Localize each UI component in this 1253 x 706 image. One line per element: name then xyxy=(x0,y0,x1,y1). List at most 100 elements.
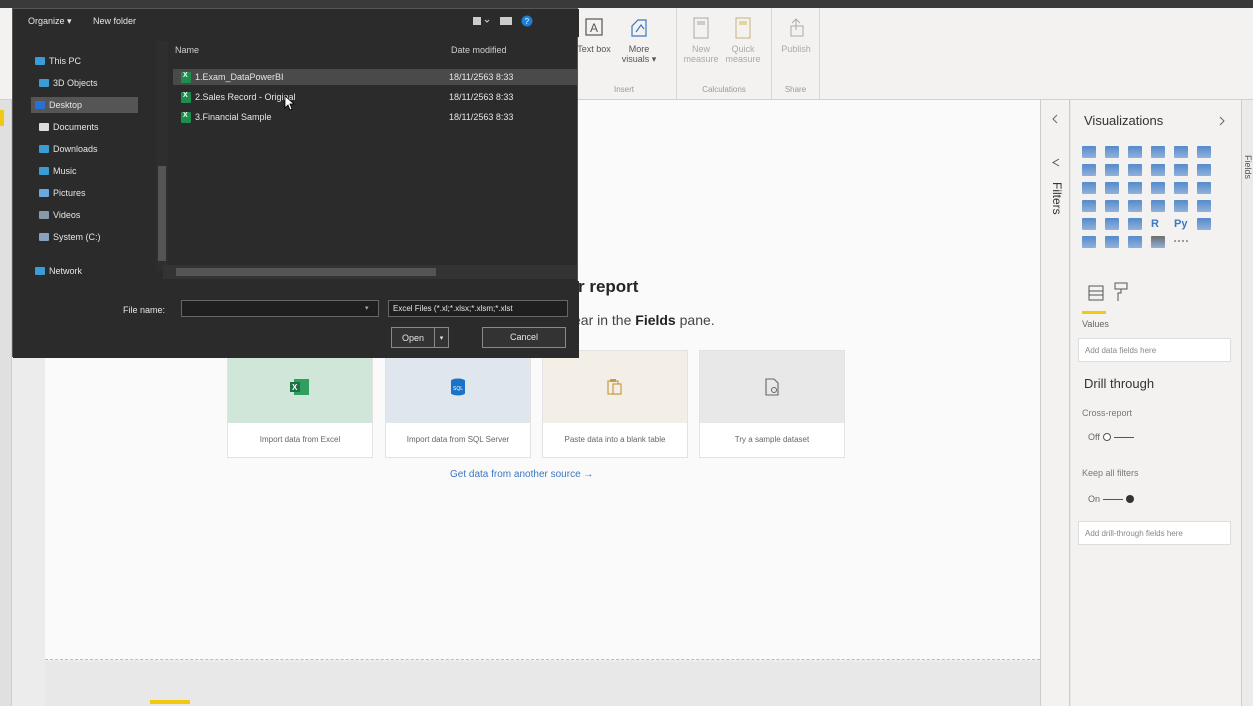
more-visuals-button[interactable]: More visuals ▾ xyxy=(614,16,664,64)
keep-all-filters-toggle[interactable]: On xyxy=(1088,494,1135,504)
more-visual-icon[interactable] xyxy=(1174,236,1194,254)
scatter-visual-icon[interactable] xyxy=(1128,182,1148,200)
visual-glyph xyxy=(1128,146,1142,158)
table-visual-icon[interactable] xyxy=(1105,218,1125,236)
fields-tab-icon[interactable] xyxy=(1088,284,1104,302)
preview-pane-icon[interactable] xyxy=(499,16,513,26)
publish-button[interactable]: Publish xyxy=(776,16,816,54)
nav-item-label: Videos xyxy=(53,210,81,220)
card-label: Import data from Excel xyxy=(259,435,341,444)
paginated-visual-icon[interactable] xyxy=(1151,236,1171,254)
donut-visual-icon[interactable] xyxy=(1174,182,1194,200)
treemap-visual-icon[interactable] xyxy=(1197,182,1217,200)
open-file-dialog: Organize ▾ New folder ? This PC 3D Object… xyxy=(12,8,579,358)
new-measure-button[interactable]: New measure xyxy=(681,16,721,64)
toggle-state: Off xyxy=(1088,432,1100,442)
card-import-sql[interactable]: SQL Import data from SQL Server xyxy=(385,350,531,458)
nav-item[interactable]: System (C:) xyxy=(35,229,105,245)
cancel-button[interactable]: Cancel xyxy=(482,327,566,348)
file-row[interactable]: 1.Exam_DataPowerBI 18/11/2563 8:33 xyxy=(173,69,577,85)
view-switcher[interactable] xyxy=(0,100,12,706)
format-paint-roller-icon[interactable] xyxy=(1114,282,1128,302)
file-date: 18/11/2563 8:33 xyxy=(449,92,514,102)
line-visual-icon[interactable] xyxy=(1082,164,1102,182)
gauge-visual-icon[interactable] xyxy=(1128,200,1148,218)
filled-map-visual-icon[interactable] xyxy=(1105,200,1125,218)
navigation-scrollbar[interactable] xyxy=(156,41,168,271)
stacked-bar-visual-icon[interactable] xyxy=(1082,146,1102,164)
filters-label[interactable]: Filters xyxy=(1050,182,1064,215)
qa-visual-icon[interactable] xyxy=(1105,236,1125,254)
nav-item[interactable]: Documents xyxy=(35,119,103,135)
open-dropdown-icon[interactable]: ▾ xyxy=(434,328,448,347)
nav-item[interactable]: Downloads xyxy=(35,141,102,157)
line-clustered-visual-icon[interactable] xyxy=(1174,164,1194,182)
column-header-name[interactable]: Name xyxy=(175,45,199,55)
nav-item-label: System (C:) xyxy=(53,232,101,242)
pie-visual-icon[interactable] xyxy=(1151,182,1171,200)
horizontal-scrollbar[interactable] xyxy=(163,265,577,279)
kpi-visual-icon[interactable] xyxy=(1197,200,1217,218)
slicer-visual-icon[interactable] xyxy=(1082,218,1102,236)
card-sample-dataset[interactable]: Try a sample dataset xyxy=(699,350,845,458)
fields-pane[interactable] xyxy=(1241,100,1253,706)
nav-item[interactable]: 3D Objects xyxy=(35,75,102,91)
visual-glyph xyxy=(1105,236,1119,248)
new-folder-button[interactable]: New folder xyxy=(93,16,136,26)
organize-button[interactable]: Organize ▾ xyxy=(28,16,72,27)
nav-item[interactable]: Desktop xyxy=(31,97,138,113)
collapse-right-icon[interactable] xyxy=(1218,116,1226,126)
scrollbar-thumb[interactable] xyxy=(158,166,166,261)
file-row[interactable]: 3.Financial Sample 18/11/2563 8:33 xyxy=(173,109,577,125)
stacked-column-visual-icon[interactable] xyxy=(1105,146,1125,164)
clustered-bar-visual-icon[interactable] xyxy=(1128,146,1148,164)
view-menu-icon[interactable] xyxy=(473,16,491,26)
nav-item[interactable]: Music xyxy=(35,163,81,179)
card-visual-icon[interactable] xyxy=(1151,200,1171,218)
get-data-link[interactable]: Get data from another source → xyxy=(450,469,593,480)
card-import-excel[interactable]: X Import data from Excel xyxy=(227,350,373,458)
line-column-visual-icon[interactable] xyxy=(1151,164,1171,182)
nav-item[interactable]: Network xyxy=(31,263,86,279)
excel-icon: X xyxy=(290,379,309,395)
file-row[interactable]: 2.Sales Record - Original 18/11/2563 8:3… xyxy=(173,89,577,105)
clustered-column-visual-icon[interactable] xyxy=(1151,146,1171,164)
collapse-left-icon[interactable] xyxy=(1051,114,1059,124)
r-visual-visual-icon[interactable]: R xyxy=(1151,218,1171,236)
smart-narrative-visual-icon[interactable] xyxy=(1128,236,1148,254)
decomposition-tree-visual-icon[interactable] xyxy=(1082,236,1102,254)
drill-through-well[interactable]: Add drill-through fields here xyxy=(1078,521,1231,545)
matrix-visual-icon[interactable] xyxy=(1128,218,1148,236)
nav-item[interactable]: Pictures xyxy=(35,185,90,201)
funnel-visual-icon[interactable] xyxy=(1105,182,1125,200)
scrollbar-thumb[interactable] xyxy=(176,268,436,276)
help-icon[interactable]: ? xyxy=(521,15,533,27)
quick-measure-button[interactable]: Quick measure xyxy=(723,16,763,64)
file-type-select[interactable]: Excel Files (*.xl;*.xlsx;*.xlsm;*.xlst xyxy=(388,300,568,317)
column-header-date[interactable]: Date modified xyxy=(451,45,507,55)
nav-item[interactable]: Videos xyxy=(35,207,84,223)
svg-text:A: A xyxy=(590,21,598,35)
nav-item[interactable]: This PC xyxy=(31,53,85,69)
area-visual-icon[interactable] xyxy=(1105,164,1125,182)
key-influencers-visual-icon[interactable] xyxy=(1197,218,1217,236)
stacked-area-visual-icon[interactable] xyxy=(1128,164,1148,182)
open-button[interactable]: Open ▾ xyxy=(391,327,449,348)
fields-label[interactable]: Fields xyxy=(1243,155,1253,179)
100-bar-visual-icon[interactable] xyxy=(1174,146,1194,164)
card-paste-data[interactable]: Paste data into a blank table xyxy=(542,350,688,458)
ribbon-visual-icon[interactable] xyxy=(1197,164,1217,182)
map-visual-icon[interactable] xyxy=(1082,200,1102,218)
waterfall-visual-icon[interactable] xyxy=(1082,182,1102,200)
100-column-visual-icon[interactable] xyxy=(1197,146,1217,164)
python-visual-visual-icon[interactable]: Py xyxy=(1174,218,1194,236)
visual-glyph xyxy=(1105,164,1119,176)
cross-report-toggle[interactable]: Off xyxy=(1088,432,1134,442)
file-name-input[interactable] xyxy=(181,300,379,317)
text-box-button[interactable]: A Text box xyxy=(574,16,614,54)
page-tab-active[interactable] xyxy=(150,700,190,704)
file-name-dropdown-icon[interactable]: ▾ xyxy=(365,304,369,312)
multi-row-card-visual-icon[interactable] xyxy=(1174,200,1194,218)
values-well[interactable]: Add data fields here xyxy=(1078,338,1231,362)
sql-server-icon: SQL xyxy=(451,378,465,396)
